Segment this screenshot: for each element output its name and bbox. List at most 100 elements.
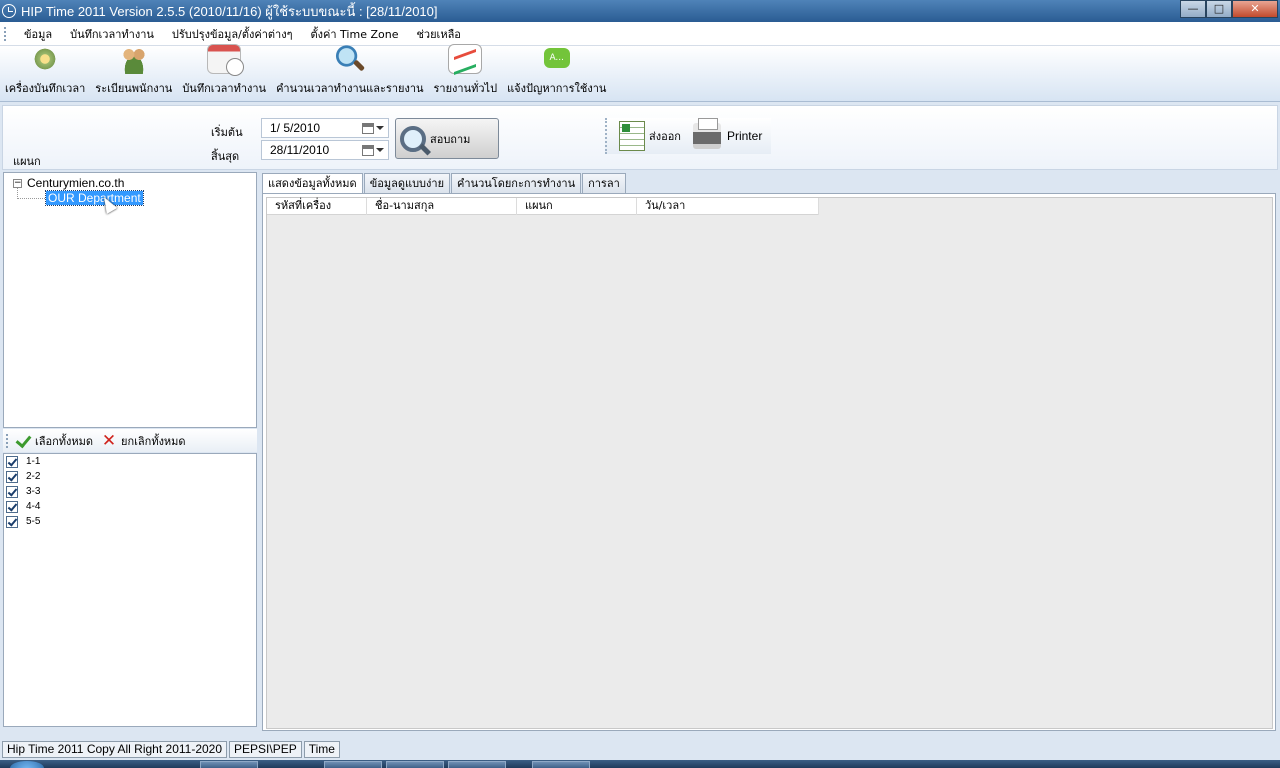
toolbar-grip[interactable] bbox=[6, 433, 9, 448]
tree-node-department[interactable]: OUR Department bbox=[45, 190, 144, 206]
tree-node-company[interactable]: Centurymien.co.th bbox=[27, 176, 124, 190]
main-toolbar: เครื่องบันทึกเวลา ระเบียนพนักงาน บันทึกเ… bbox=[0, 44, 1280, 102]
start-date-value[interactable]: 1/ 5/2010 bbox=[262, 121, 362, 135]
export-toolbar: ส่งออก Printer bbox=[605, 118, 771, 154]
status-copyright: Hip Time 2011 Copy All Right 2011-2020 bbox=[2, 740, 228, 758]
chevron-down-icon[interactable] bbox=[376, 126, 384, 130]
list-item[interactable]: 4-4 bbox=[4, 499, 256, 514]
close-button[interactable]: ✕ bbox=[1232, 0, 1278, 18]
tab-leave[interactable]: การลา bbox=[582, 173, 626, 193]
toolbar-record-time-button[interactable]: บันทึกเวลาทำงาน bbox=[177, 44, 271, 101]
gear-machine-icon bbox=[28, 44, 63, 74]
search-icon bbox=[400, 125, 426, 152]
menu-help[interactable]: ช่วยเหลือ bbox=[407, 25, 469, 43]
toolbar-label: เครื่องบันทึกเวลา bbox=[5, 82, 86, 95]
tab-shift-calculation[interactable]: คำนวนโดยกะการทำงาน bbox=[451, 173, 582, 193]
menu-timezone[interactable]: ตั้งค่า Time Zone bbox=[302, 25, 408, 43]
list-item[interactable]: 2-2 bbox=[4, 469, 256, 484]
menu-settings[interactable]: ปรับปรุงข้อมูล/ตั้งค่าต่างๆ bbox=[163, 25, 302, 43]
start-button[interactable] bbox=[10, 761, 44, 768]
calendar-icon[interactable] bbox=[362, 122, 374, 134]
list-item-label: 5-5 bbox=[26, 516, 41, 527]
list-item[interactable]: 3-3 bbox=[4, 484, 256, 499]
chevron-down-icon[interactable] bbox=[376, 148, 384, 152]
toolbar-report-problem-button[interactable]: A... แจ้งปัญหาการใช้งาน bbox=[502, 44, 611, 101]
column-header-datetime[interactable]: วัน/เวลา bbox=[637, 198, 819, 215]
spreadsheet-icon[interactable] bbox=[619, 121, 645, 151]
list-item[interactable]: 5-5 bbox=[4, 514, 256, 529]
tab-content: รหัสที่เครื่อง ชื่อ-นามสกุล แผนก วัน/เวล… bbox=[262, 193, 1276, 731]
department-label: แผนก bbox=[13, 155, 41, 168]
toolbar-label: บันทึกเวลาทำงาน bbox=[182, 82, 267, 95]
list-item-label: 2-2 bbox=[26, 471, 41, 482]
minimize-button[interactable]: — bbox=[1180, 0, 1206, 18]
menu-record-time[interactable]: บันทึกเวลาทำงาน bbox=[61, 25, 163, 43]
report-chart-icon bbox=[448, 44, 483, 74]
tab-simple-view[interactable]: ข้อมูลดูแบบง่าย bbox=[363, 173, 451, 193]
toolbar-time-machine-button[interactable]: เครื่องบันทึกเวลา bbox=[0, 44, 90, 101]
department-tree: − Centurymien.co.th OUR Department bbox=[3, 172, 257, 428]
column-header-department[interactable]: แผนก bbox=[517, 198, 637, 215]
tab-all-data[interactable]: แสดงข้อมูลทั้งหมด bbox=[262, 173, 363, 194]
end-date-label: สิ้นสุด bbox=[211, 150, 240, 163]
checkbox[interactable] bbox=[6, 455, 18, 468]
query-button-label: สอบถาม bbox=[430, 132, 471, 146]
taskbar-button[interactable] bbox=[324, 761, 382, 768]
magnifier-icon bbox=[332, 44, 367, 74]
column-header-machine-id[interactable]: รหัสที่เครื่อง bbox=[267, 198, 367, 215]
taskbar-button[interactable] bbox=[448, 761, 506, 768]
query-button[interactable]: สอบถาม bbox=[395, 118, 499, 159]
window-title: HIP Time 2011 Version 2.5.5 (2010/11/16)… bbox=[21, 3, 438, 19]
menu-grip[interactable] bbox=[4, 26, 7, 41]
toolbar-general-report-button[interactable]: รายงานทั่วไป bbox=[429, 44, 503, 101]
list-item[interactable]: 1-1 bbox=[4, 454, 256, 469]
list-item-label: 3-3 bbox=[26, 486, 41, 497]
maximize-button[interactable]: □ bbox=[1206, 0, 1232, 18]
start-date-picker[interactable]: 1/ 5/2010 bbox=[261, 118, 389, 138]
taskbar-button[interactable] bbox=[200, 761, 258, 768]
menu-data[interactable]: ข้อมูล bbox=[15, 25, 61, 43]
deselect-all-button[interactable]: ยกเลิกทั้งหมด bbox=[121, 432, 186, 450]
printer-icon[interactable] bbox=[692, 118, 721, 149]
close-icon[interactable]: ✕ bbox=[101, 432, 117, 449]
filter-panel: แผนก เริ่มต้น สิ้นสุด 1/ 5/2010 28/11/20… bbox=[2, 105, 1278, 170]
select-all-button[interactable]: เลือกทั้งหมด bbox=[35, 432, 93, 450]
toolbar-label: คำนวนเวลาทำงานและรายงาน bbox=[276, 82, 424, 95]
checkbox[interactable] bbox=[6, 470, 18, 483]
list-item-label: 4-4 bbox=[26, 501, 41, 512]
printer-button[interactable]: Printer bbox=[727, 129, 762, 143]
end-date-value[interactable]: 28/11/2010 bbox=[262, 143, 362, 157]
calendar-clock-icon bbox=[207, 44, 245, 76]
checkbox[interactable] bbox=[6, 500, 18, 513]
checkbox[interactable] bbox=[6, 515, 18, 528]
taskbar-button[interactable] bbox=[532, 761, 590, 768]
column-header-name[interactable]: ชื่อ-นามสกุล bbox=[367, 198, 517, 215]
checkbox[interactable] bbox=[6, 485, 18, 498]
calendar-icon[interactable] bbox=[362, 144, 374, 156]
status-bar: Hip Time 2011 Copy All Right 2011-2020 P… bbox=[0, 738, 1280, 760]
employee-checklist: 1-1 2-2 3-3 4-4 5-5 bbox=[3, 453, 257, 727]
chat-bubble-icon: A... bbox=[543, 48, 570, 68]
os-taskbar bbox=[0, 760, 1280, 768]
selection-toolbar: เลือกทั้งหมด ✕ ยกเลิกทั้งหมด bbox=[3, 429, 257, 452]
toolbar-label: รายงานทั่วไป bbox=[433, 82, 498, 95]
status-time: Time bbox=[303, 740, 340, 758]
tab-strip: แสดงข้อมูลทั้งหมด ข้อมูลดูแบบง่าย คำนวนโ… bbox=[262, 173, 627, 194]
end-date-picker[interactable]: 28/11/2010 bbox=[261, 140, 389, 160]
collapse-icon[interactable]: − bbox=[13, 179, 22, 188]
toolbar-employees-button[interactable]: ระเบียนพนักงาน bbox=[90, 44, 177, 101]
export-button[interactable]: ส่งออก bbox=[649, 127, 681, 145]
taskbar-button[interactable] bbox=[386, 761, 444, 768]
data-grid[interactable]: รหัสที่เครื่อง ชื่อ-นามสกุล แผนก วัน/เวล… bbox=[266, 197, 1273, 729]
window-controls: — □ ✕ bbox=[1180, 0, 1278, 18]
toolbar-label: แจ้งปัญหาการใช้งาน bbox=[507, 82, 607, 95]
check-icon[interactable] bbox=[15, 434, 31, 448]
people-icon bbox=[116, 44, 151, 74]
grid-header: รหัสที่เครื่อง ชื่อ-นามสกุล แผนก วัน/เวล… bbox=[267, 198, 819, 215]
menu-bar: ข้อมูล บันทึกเวลาทำงาน ปรับปรุงข้อมูล/ตั… bbox=[0, 22, 1280, 46]
list-item-label: 1-1 bbox=[26, 456, 41, 467]
clock-app-icon bbox=[2, 4, 16, 18]
start-date-label: เริ่มต้น bbox=[211, 126, 243, 139]
toolbar-calculate-button[interactable]: คำนวนเวลาทำงานและรายงาน bbox=[271, 44, 428, 101]
toolbar-label: ระเบียนพนักงาน bbox=[95, 82, 173, 95]
